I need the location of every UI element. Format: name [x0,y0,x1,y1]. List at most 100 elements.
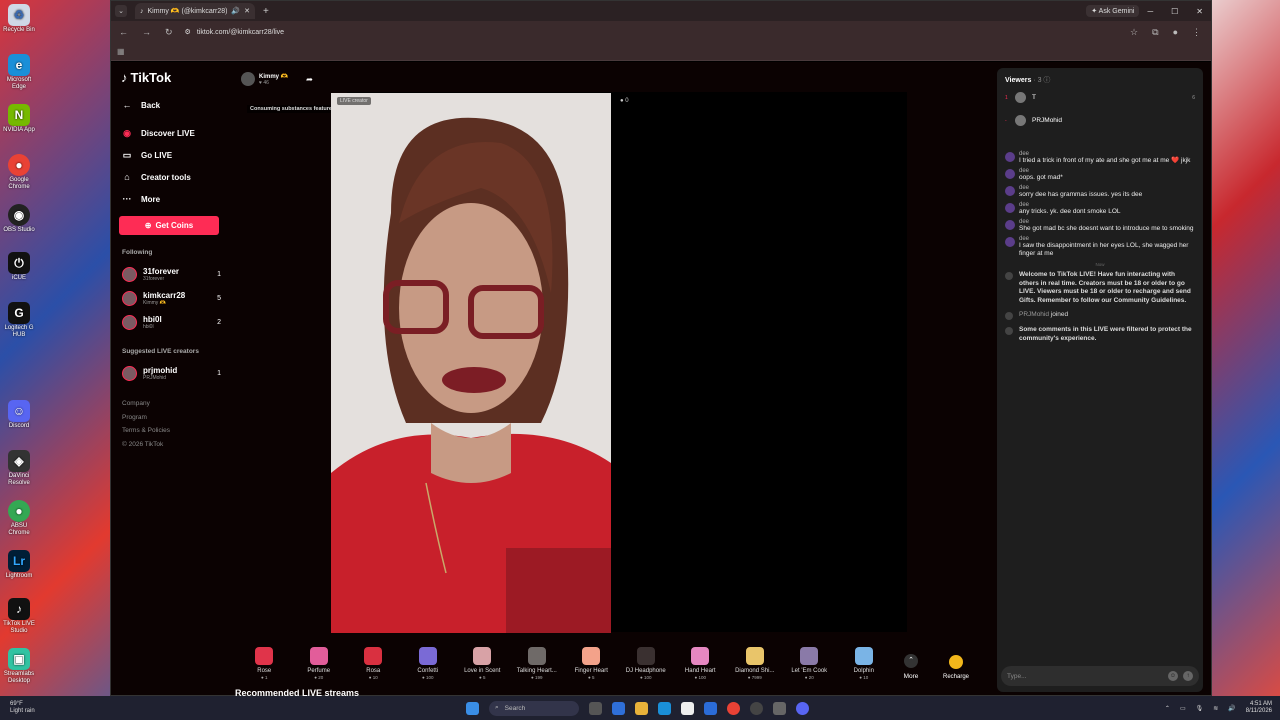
live-stream: Kimmy 🫶 ♥ 46 ➦ Consuming substances featu… [235,62,995,698]
gift-item[interactable]: Talking Heart... ● 199 [510,647,565,680]
discord-taskbar-icon[interactable] [796,701,809,715]
viewer-row[interactable]: - PRJMohid [997,112,1203,129]
company-link[interactable]: Company [122,397,229,411]
minimize-icon[interactable]: ─ [1147,7,1153,16]
apps-grid-icon[interactable]: ▦ [117,47,125,56]
tiktok-logo[interactable]: ♪ TikTok [121,70,229,85]
mic-icon[interactable]: 🎙 [1196,705,1204,712]
close-window-icon[interactable]: ✕ [1196,7,1203,16]
suggested-item[interactable]: prjmohid PRJMohid 1 [119,361,229,385]
forward-arrow-icon[interactable]: → [142,27,151,38]
recycle-bin-icon[interactable]: ♻ Recycle Bin [2,4,36,34]
extensions-icon[interactable]: ⧉ [1152,27,1158,38]
send-icon[interactable]: ↑ [1183,671,1193,681]
file-explorer-icon[interactable] [635,701,648,715]
info-icon[interactable]: ⓘ [1043,77,1050,84]
get-coins-button[interactable]: ⊕ Get Coins [119,216,219,235]
live-video[interactable]: LIVE creator [331,93,611,633]
chat-message[interactable]: dee She got mad bc she doesnt want to int… [1005,219,1195,233]
discord-icon[interactable]: ☺ Discord [2,400,36,430]
bookmark-star-icon[interactable]: ☆ [1130,27,1138,38]
ask-gemini-button[interactable]: ✦ Ask Gemini [1086,5,1140,17]
davinci-icon[interactable]: ◈ DaVinci Resolve [2,450,36,487]
gift-item[interactable]: Let 'Em Cook ● 20 [782,647,837,680]
edge-taskbar-icon[interactable] [658,701,671,715]
go-live-link[interactable]: ▭ Go LIVE [119,144,229,166]
chat-message[interactable]: dee I saw the disappointment in her eyes … [1005,236,1195,258]
gift-item[interactable]: Dolphin ● 10 [837,647,892,680]
chat-panel: Viewers · 3 ⓘ 1T6 - PRJMohid dee I tried a… [997,68,1203,692]
nvidia-icon[interactable]: N NVIDIA App [2,104,36,134]
viewer-indicator: ● 0 [620,98,629,104]
start-icon[interactable] [466,701,479,715]
maximize-icon[interactable]: ☐ [1171,7,1178,16]
edge-icon[interactable]: e Microsoft Edge [2,54,36,91]
profile-icon[interactable]: ● [1173,27,1178,38]
viewers-header[interactable]: Viewers · 3 ⓘ [997,68,1203,89]
obs-taskbar-icon[interactable] [750,701,763,715]
audio-icon[interactable]: 🔊 [231,7,240,15]
gift-item[interactable]: Rose ● 1 [237,647,292,680]
logitech-icon[interactable]: G Logitech G HUB [2,302,36,339]
copilot-icon[interactable] [612,701,625,715]
address-bar[interactable]: ⚙ tiktok.com/@kimkcarr28/live [185,28,1131,37]
following-item[interactable]: 31forever 31forever 1 [119,262,229,286]
menu-icon[interactable]: ⋮ [1192,27,1201,38]
chevron-up-icon[interactable]: ⌃ [1165,705,1170,712]
gift-item[interactable]: Finger Heart ● 5 [564,647,619,680]
viewer-row[interactable]: 1T6 [997,89,1203,106]
recharge-button[interactable]: Recharge [931,655,981,680]
viewer-count: 1 [217,369,221,377]
streamlabs-icon[interactable]: ▣ Streamlabs Desktop [2,648,36,685]
clock[interactable]: 4:51 AM 8/11/2026 [1246,701,1272,715]
volume-icon[interactable]: 🔊 [1228,705,1235,712]
mail-icon[interactable] [704,701,717,715]
gift-item[interactable]: Hand Heart ● 100 [673,647,728,680]
gift-item[interactable]: Diamond Shi... ● 7999 [728,647,783,680]
lightroom-icon[interactable]: Lr Lightroom [2,550,36,580]
program-link[interactable]: Program [122,411,229,425]
discover-live-link[interactable]: ◉ Discover LIVE [119,122,229,144]
gift-item[interactable]: Perfume ● 20 [292,647,347,680]
weather-widget[interactable]: 69°F Light rain [10,701,35,715]
back-arrow-icon[interactable]: ← [119,27,128,38]
gift-item[interactable]: Confetti ● 100 [401,647,456,680]
reload-icon[interactable]: ↻ [165,27,173,38]
chat-input[interactable]: Type... ☺ ↑ [1001,666,1199,686]
chat-message[interactable]: dee I tried a trick in front of my ate an… [1005,151,1195,165]
store-icon[interactable] [681,701,694,715]
close-tab-icon[interactable]: ✕ [244,7,250,15]
share-icon[interactable]: ➦ [306,75,313,84]
new-tab-button[interactable]: + [263,6,269,17]
love-in-scent-icon [473,647,492,665]
tab-search-button[interactable]: ⌄ [115,5,127,17]
obs-icon[interactable]: ◉ OBS Studio [2,204,36,234]
app-taskbar-icon[interactable] [773,701,786,715]
terms-link[interactable]: Terms & Policies [122,424,229,438]
emoji-icon[interactable]: ☺ [1168,671,1178,681]
host-info[interactable]: Kimmy 🫶 ♥ 46 ➦ [241,72,313,86]
gift-item[interactable]: Love in Scent ● 5 [455,647,510,680]
task-view-icon[interactable] [589,701,602,715]
chrome-icon[interactable]: ● Google Chrome [2,154,36,191]
creator-tools-link[interactable]: ⌂ Creator tools [119,166,229,188]
chat-message[interactable]: dee any tricks. yk. dee dont smoke LOL [1005,202,1195,216]
network-icon[interactable]: ▭ [1180,705,1186,712]
more-link[interactable]: ··· More [119,188,229,210]
chat-message[interactable]: dee oops. got mad* [1005,168,1195,182]
wifi-icon[interactable]: ≋ [1213,705,1218,712]
chrome-app-icon[interactable]: ● ABSU Chrome [2,500,36,537]
following-item[interactable]: hbi0l hbi0l 2 [119,310,229,334]
chat-message[interactable]: dee sorry dee has grammas issues. yes its… [1005,185,1195,199]
gift-item[interactable]: DJ Headphone ● 100 [619,647,674,680]
back-link[interactable]: ← Back [119,94,229,116]
tiktok-studio-icon[interactable]: ♪ TikTok LIVE Studio [2,598,36,635]
gift-item[interactable]: Rosa ● 10 [346,647,401,680]
tab-tiktok[interactable]: ♪ Kimmy 🫶 (@kimkcarr28) i... 🔊 ✕ [135,3,255,19]
icue-icon[interactable]: ⏻ iCUE [2,252,36,282]
taskbar-search[interactable]: ⌕ Search [489,700,579,716]
following-item[interactable]: kimkcarr28 Kimmy 🫶 5 [119,286,229,310]
chrome-taskbar-icon[interactable] [727,701,740,715]
site-info-icon[interactable]: ⚙ [185,28,191,36]
more-gifts-button[interactable]: ⌃ More [891,654,931,680]
